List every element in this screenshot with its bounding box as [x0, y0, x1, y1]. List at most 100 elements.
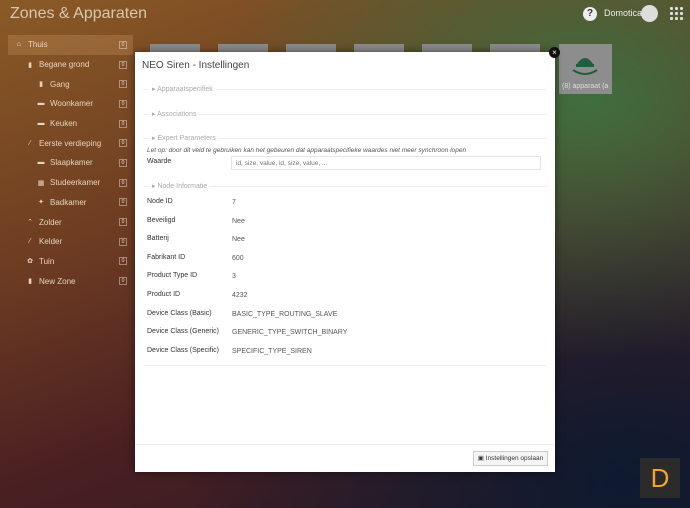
info-label: Fabrikant ID — [147, 253, 186, 261]
zone-icon: ⁄ — [29, 238, 31, 246]
close-icon[interactable]: × — [549, 47, 560, 58]
sidebar-item-label: Begane grond — [39, 60, 90, 70]
device-count-badge: 0 — [119, 218, 127, 227]
info-label: Device Class (Generic) — [147, 328, 219, 336]
info-value: 4232 — [232, 292, 248, 299]
section-legend[interactable]: ▸ Expert Parameters — [149, 134, 219, 142]
device-count-badge: 0 — [119, 99, 127, 108]
logo: D — [640, 458, 680, 498]
sidebar-item-label: Zolder — [39, 217, 62, 227]
sidebar-item[interactable]: ▦ Studeerkamer 0 — [8, 173, 133, 193]
zone-icon: ▦ — [37, 179, 45, 187]
section-apparaatspecifiek[interactable]: ▸ Apparaatspecifiek — [143, 85, 547, 103]
zone-icon: ⌃ — [27, 219, 33, 227]
avatar[interactable] — [641, 5, 658, 22]
info-value: 7 — [232, 199, 236, 206]
zone-icon: ▬ — [37, 159, 45, 167]
info-label: Device Class (Specific) — [147, 346, 219, 354]
sidebar-item[interactable]: ⁄ Eerste verdieping 0 — [8, 133, 133, 153]
save-icon: ▣ — [477, 455, 486, 462]
sidebar-item-label: Kelder — [39, 237, 63, 247]
device-count-badge: 0 — [119, 237, 127, 246]
modal-footer: ▣ Instellingen opslaan — [135, 444, 555, 466]
sidebar-item[interactable]: ▮ Begane grond 0 — [8, 55, 133, 75]
device-tile[interactable] — [422, 44, 472, 52]
sidebar-item[interactable]: ▮ Gang 0 — [8, 74, 133, 94]
info-value: GENERIC_TYPE_SWITCH_BINARY — [232, 329, 348, 337]
section-legend[interactable]: ▸ Node Informatie — [149, 182, 211, 190]
info-value: Nee — [232, 217, 245, 225]
device-count-badge: 0 — [119, 80, 127, 89]
zone-icon: ⁄ — [29, 139, 31, 147]
device-tile[interactable] — [286, 44, 336, 52]
device-count-badge: 0 — [119, 198, 127, 207]
waarde-input[interactable] — [231, 156, 541, 170]
device-count-badge: 0 — [119, 178, 127, 187]
sidebar-item-label: Keuken — [50, 119, 78, 129]
device-tile[interactable] — [490, 44, 540, 52]
info-label: Product ID — [147, 291, 181, 298]
warning-note: Let op: door dit veld te gebruiken kan h… — [147, 147, 467, 154]
device-count-badge: 0 — [119, 277, 127, 286]
sidebar-item[interactable]: ⁄ Kelder 0 — [8, 232, 133, 252]
sidebar-item[interactable]: ▬ Slaapkamer 0 — [8, 153, 133, 173]
section-node-informatie: ▸ Node Informatie — [143, 182, 547, 366]
sidebar-item-label: Thuis — [28, 40, 48, 50]
device-tile[interactable] — [354, 44, 404, 52]
device-count-badge: 0 — [119, 40, 127, 49]
device-count-badge: 0 — [119, 139, 127, 148]
sidebar-item[interactable]: ⌃ Zolder 0 — [8, 212, 133, 232]
zone-icon: ▮ — [39, 81, 43, 89]
sidebar-item[interactable]: ▬ Keuken 0 — [8, 114, 133, 134]
sidebar-item-label: Slaapkamer — [50, 158, 93, 168]
sidebar-item-label: New Zone — [39, 276, 76, 286]
device-count-badge: 0 — [119, 257, 127, 266]
siren-icon — [572, 58, 598, 75]
info-value: 3 — [232, 273, 236, 281]
zone-icon: ⌂ — [16, 41, 22, 49]
sidebar-item[interactable]: ▬ Woonkamer 0 — [8, 94, 133, 114]
sidebar-item-label: Eerste verdieping — [39, 138, 102, 148]
sidebar-item[interactable]: ▮ New Zone 0 — [8, 271, 133, 291]
modal-title: NEO Siren - Instellingen — [142, 60, 250, 71]
help-icon[interactable]: ? — [583, 7, 597, 21]
info-value: 600 — [232, 254, 244, 262]
sidebar-item-label: Studeerkamer — [50, 178, 101, 188]
sidebar-item-label: Woonkamer — [50, 99, 93, 109]
info-label: Beveiligd — [147, 216, 176, 224]
device-count-badge: 0 — [119, 158, 127, 167]
device-tile[interactable] — [150, 44, 200, 52]
section-legend[interactable]: ▸ Apparaatspecifiek — [149, 85, 216, 93]
save-settings-button[interactable]: ▣ Instellingen opslaan — [473, 451, 548, 466]
sidebar-item-label: Gang — [50, 79, 70, 89]
device-count-badge: 0 — [119, 119, 127, 128]
zone-icon: ▬ — [37, 100, 45, 108]
save-label: Instellingen opslaan — [485, 455, 544, 462]
info-label: Device Class (Basic) — [147, 309, 212, 317]
device-tile-siren[interactable]: (8) apparaat (a — [559, 44, 612, 94]
info-label: Batterij — [147, 235, 169, 243]
zone-icon: ✦ — [38, 199, 44, 207]
sidebar-item[interactable]: ✿ Tuin 0 — [8, 252, 133, 272]
user-name[interactable]: Domotica — [604, 8, 642, 18]
info-label: Node ID — [147, 198, 173, 205]
device-count-badge: 0 — [119, 60, 127, 69]
device-tile[interactable] — [218, 44, 268, 52]
zone-icon: ✿ — [27, 258, 33, 266]
info-value: BASIC_TYPE_ROUTING_SLAVE — [232, 310, 338, 318]
app-title: Zones & Apparaten — [10, 5, 147, 22]
waarde-label: Waarde — [147, 158, 172, 165]
zone-icon: ▮ — [28, 61, 32, 69]
sidebar-item-label: Tuin — [39, 256, 55, 266]
sidebar-item[interactable]: ⌂ Thuis 0 — [8, 35, 133, 55]
section-legend[interactable]: ▸ Associations — [149, 110, 200, 118]
top-bar: Zones & Apparaten ? Domotica — [0, 0, 690, 28]
sidebar-item[interactable]: ✦ Badkamer 0 — [8, 193, 133, 213]
apps-grid-icon[interactable] — [670, 7, 683, 20]
zone-icon: ▮ — [28, 278, 32, 286]
settings-modal: NEO Siren - Instellingen ▸ Apparaatspeci… — [135, 52, 555, 472]
info-value: SPECIFIC_TYPE_SIREN — [232, 347, 312, 355]
section-associations[interactable]: ▸ Associations — [143, 110, 547, 128]
info-value: Nee — [232, 236, 245, 244]
sidebar-item-label: Badkamer — [50, 197, 87, 207]
